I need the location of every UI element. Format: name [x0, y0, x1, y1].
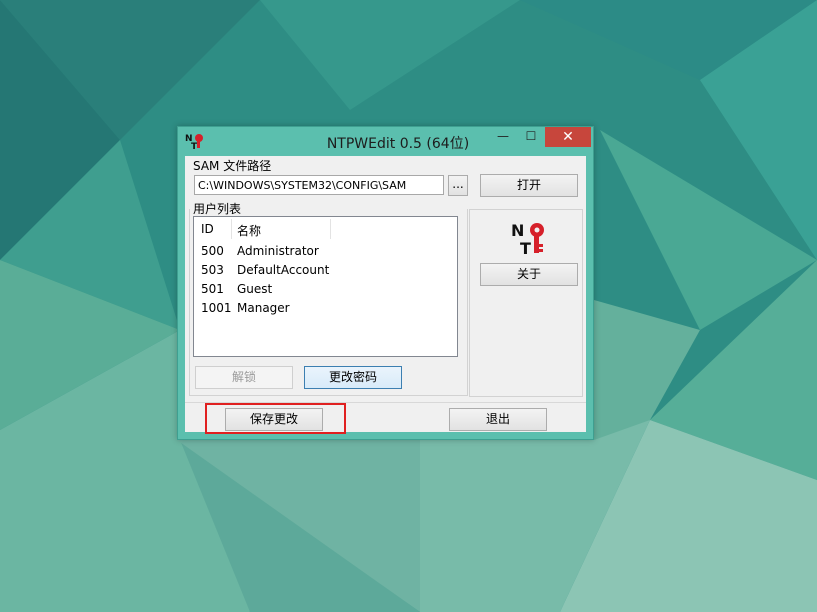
table-row[interactable]: 1001 Manager: [194, 301, 457, 320]
user-name: Guest: [237, 282, 273, 296]
save-button-highlight: [205, 403, 346, 434]
svg-text:T: T: [191, 142, 198, 150]
column-id[interactable]: ID: [201, 222, 214, 236]
user-id: 500: [201, 244, 224, 258]
open-button[interactable]: 打开: [480, 174, 578, 197]
column-separator: [231, 219, 232, 239]
ntpwedit-key-icon: N T: [185, 134, 203, 150]
svg-text:T: T: [520, 239, 531, 256]
ntpwedit-window: N T NTPWEdit 0.5 (64位) — ☐ ✕ SAM 文件路径 ..…: [177, 126, 594, 440]
table-row[interactable]: 501 Guest: [194, 282, 457, 301]
sam-path-label: SAM 文件路径: [193, 159, 272, 173]
exit-button[interactable]: 退出: [449, 408, 547, 431]
user-id: 1001: [201, 301, 232, 315]
maximize-button[interactable]: ☐: [518, 127, 544, 147]
table-row[interactable]: 500 Administrator: [194, 244, 457, 263]
user-name: Manager: [237, 301, 290, 315]
change-password-button[interactable]: 更改密码: [304, 366, 402, 389]
list-header: ID 名称: [194, 217, 457, 241]
close-button[interactable]: ✕: [545, 127, 591, 147]
user-id: 503: [201, 263, 224, 277]
nt-key-logo-icon: N T: [511, 221, 544, 256]
unlock-button[interactable]: 解锁: [195, 366, 293, 389]
user-list[interactable]: ID 名称 500 Administrator 503 DefaultAccou…: [193, 216, 458, 357]
about-button[interactable]: 关于: [480, 263, 578, 286]
column-separator: [330, 219, 331, 239]
user-id: 501: [201, 282, 224, 296]
user-name: DefaultAccount: [237, 263, 330, 277]
client-area: SAM 文件路径 ... 打开 用户列表 ID 名称 500 Administr…: [185, 156, 586, 432]
column-name[interactable]: 名称: [237, 222, 261, 239]
table-row[interactable]: 503 DefaultAccount: [194, 263, 457, 282]
sam-path-input[interactable]: [194, 175, 444, 195]
svg-text:N: N: [511, 221, 524, 240]
minimize-button[interactable]: —: [490, 127, 516, 147]
browse-button[interactable]: ...: [448, 175, 468, 196]
user-name: Administrator: [237, 244, 319, 258]
title-bar[interactable]: N T NTPWEdit 0.5 (64位) — ☐ ✕: [178, 127, 593, 155]
